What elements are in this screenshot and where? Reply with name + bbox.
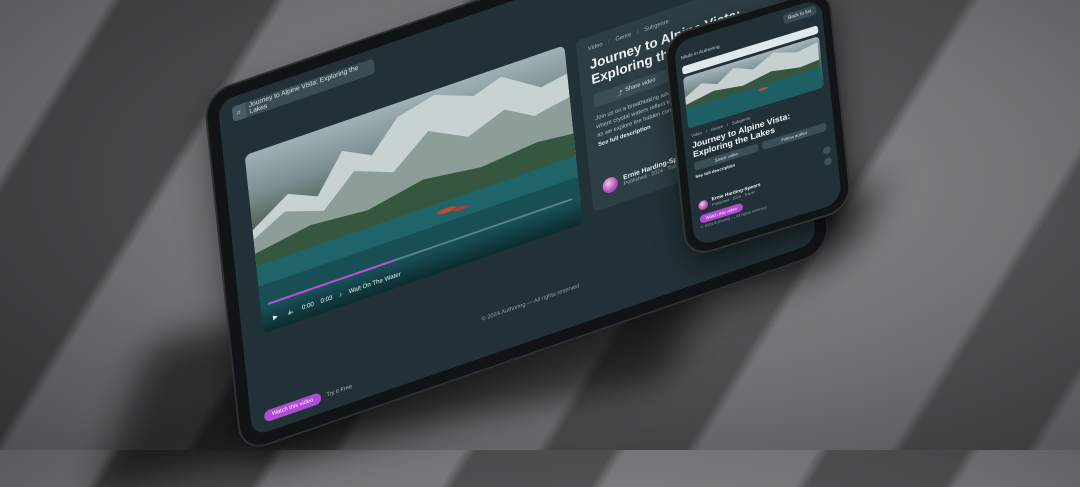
music-icon: ♪ bbox=[338, 290, 343, 299]
avatar bbox=[697, 198, 709, 211]
back-to-list-button[interactable]: Back to list bbox=[782, 5, 817, 25]
breadcrumb-separator: / bbox=[726, 122, 729, 128]
avatar bbox=[601, 174, 619, 196]
breadcrumb-item[interactable]: Video bbox=[588, 42, 603, 53]
phone-screen: Made in Authoring Back to list Video / G… bbox=[673, 0, 843, 248]
theme-toggle-icon[interactable] bbox=[822, 145, 832, 156]
breadcrumb-item[interactable]: Genre bbox=[615, 32, 631, 43]
play-icon[interactable]: ▶ bbox=[269, 309, 282, 324]
breadcrumb-separator: / bbox=[705, 128, 708, 134]
volume-icon[interactable]: 🔈 bbox=[287, 306, 295, 316]
share-icon: ⤴ bbox=[616, 90, 623, 98]
search-query: Journey to Alpine Vista: Exploring the L… bbox=[248, 64, 359, 116]
watch-video-button[interactable]: Watch this video bbox=[263, 391, 322, 423]
current-time: 0:00 bbox=[301, 300, 315, 312]
breadcrumb-separator: / bbox=[608, 39, 611, 46]
try-free-link[interactable]: Try it Free bbox=[326, 384, 352, 398]
help-icon[interactable] bbox=[823, 156, 833, 167]
breadcrumb-separator: / bbox=[636, 29, 639, 36]
duration: 0:03 bbox=[320, 293, 333, 305]
search-icon[interactable]: ⌕ bbox=[231, 102, 247, 123]
search-field[interactable]: ⌕ Journey to Alpine Vista: Exploring the… bbox=[231, 58, 376, 123]
